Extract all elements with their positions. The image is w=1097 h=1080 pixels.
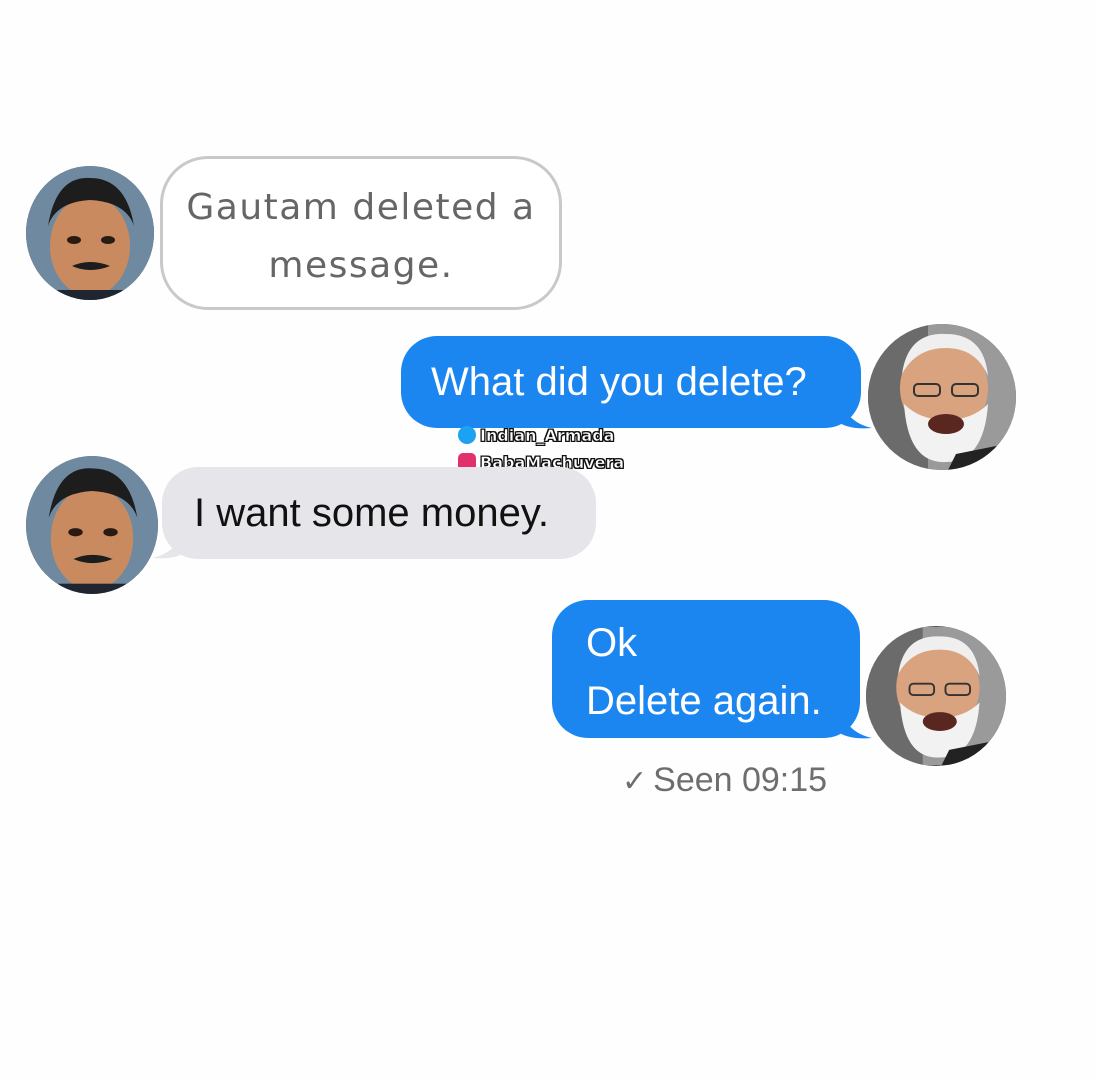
deleted-message-line1: Gautam deleted a — [186, 187, 536, 228]
chat-screen: { "messages": { "deleted": { "line1_name… — [0, 0, 1097, 1080]
person-avatar-icon — [866, 626, 1006, 766]
seen-status: ✓ Seen 09:15 — [622, 758, 827, 802]
avatar-modi-1[interactable] — [868, 324, 1016, 470]
message-line: Delete again. — [586, 679, 822, 723]
watermark-twitter: Indian_Armada — [458, 425, 658, 447]
person-avatar-icon — [868, 324, 1016, 470]
message-line: Ok — [586, 621, 638, 665]
deleted-message-line2: message. — [268, 245, 454, 286]
person-avatar-icon — [26, 456, 158, 594]
sent-message-ok[interactable]: Ok Delete again. — [552, 600, 860, 738]
deleted-message-bubble[interactable]: Gautam deleted a message. — [160, 156, 562, 310]
avatar-modi-2[interactable] — [866, 626, 1006, 766]
seen-time: Seen 09:15 — [653, 761, 828, 799]
avatar-gautam-1[interactable] — [26, 166, 154, 300]
avatar-gautam-2[interactable] — [26, 456, 158, 594]
sent-message-what[interactable]: What did you delete? — [401, 336, 861, 428]
received-message-want[interactable]: I want some money. — [162, 467, 596, 559]
person-avatar-icon — [26, 166, 154, 300]
checkmark-icon: ✓ — [622, 765, 648, 798]
twitter-icon — [458, 426, 476, 444]
